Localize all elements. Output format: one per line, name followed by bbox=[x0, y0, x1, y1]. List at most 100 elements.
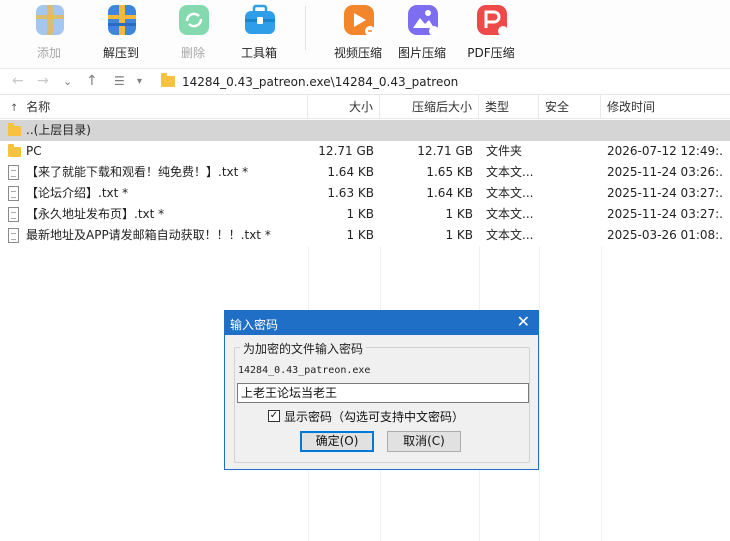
recycle-icon bbox=[179, 5, 209, 35]
up-arrow-icon[interactable]: ↑ bbox=[86, 73, 98, 89]
column-modified[interactable]: 修改时间 bbox=[601, 95, 730, 119]
close-icon[interactable]: ✕ bbox=[517, 312, 530, 332]
column-packed-size[interactable]: 压缩后大小 bbox=[380, 95, 479, 119]
column-name[interactable]: ↑ 名称 bbox=[0, 95, 308, 119]
column-header: ↑ 名称 大小 压缩后大小 类型 安全 修改时间 bbox=[0, 95, 730, 119]
row-type: 文本文... bbox=[486, 165, 534, 179]
cancel-button[interactable]: 取消(C) bbox=[387, 431, 461, 452]
address-bar: ← → ⌄ ↑ ☰ ▾ 14284_0.43_patreon.exe\14284… bbox=[0, 68, 730, 95]
toolbar-separator bbox=[305, 6, 306, 50]
row-name: 【来了就能下载和观看！纯免费！】.txt * bbox=[26, 165, 249, 179]
row-modified bbox=[607, 120, 723, 141]
row-security bbox=[546, 162, 598, 183]
row-modified: 2025-11-24 03:27:... bbox=[607, 186, 723, 200]
history-dropdown-icon[interactable]: ⌄ bbox=[63, 75, 72, 88]
toolbox-icon bbox=[245, 4, 275, 34]
extract-to-label: 解压到 bbox=[102, 46, 139, 60]
forward-arrow-icon[interactable]: → bbox=[37, 73, 49, 89]
text-file-icon bbox=[8, 228, 19, 243]
row-packed-size bbox=[380, 120, 473, 141]
image-compress-icon bbox=[408, 5, 439, 36]
column-security-label: 安全 bbox=[545, 100, 570, 114]
column-type[interactable]: 类型 bbox=[479, 95, 539, 119]
pdf-compress-button[interactable]: PDF压缩 bbox=[461, 0, 521, 66]
column-size[interactable]: 大小 bbox=[308, 95, 380, 119]
toolbox-button[interactable]: 工具箱 bbox=[229, 0, 289, 66]
row-size bbox=[308, 120, 374, 141]
column-divider bbox=[601, 246, 602, 541]
column-name-label: 名称 bbox=[26, 100, 51, 114]
table-row[interactable]: 【论坛介绍】.txt * 1.63 KB 1.64 KB 文本文... 2025… bbox=[0, 183, 730, 204]
column-packed-size-label: 压缩后大小 bbox=[411, 100, 472, 114]
text-file-icon bbox=[8, 165, 19, 180]
row-security bbox=[546, 120, 598, 141]
table-row[interactable]: PC 12.71 GB 12.71 GB 文件夹 2026-07-12 12:4… bbox=[0, 141, 730, 162]
column-divider bbox=[539, 246, 540, 541]
row-name: 【论坛介绍】.txt * bbox=[26, 186, 129, 200]
row-security bbox=[546, 225, 598, 246]
group-label: 为加密的文件输入密码 bbox=[240, 340, 367, 357]
add-label: 添加 bbox=[36, 46, 61, 60]
row-modified: 2026-07-12 12:49:... bbox=[607, 144, 723, 158]
video-compress-button[interactable]: 视频压缩 bbox=[328, 0, 388, 66]
show-password-label[interactable]: 显示密码（勾选可支持中文密码） bbox=[284, 408, 464, 425]
row-modified: 2025-11-24 03:27:... bbox=[607, 207, 723, 221]
extract-to-button[interactable]: 解压到 bbox=[91, 0, 151, 66]
add-archive-icon bbox=[36, 5, 64, 35]
row-name: ..(上层目录) bbox=[26, 123, 91, 137]
row-modified: 2025-03-26 01:08:... bbox=[607, 228, 723, 242]
image-compress-label: 图片压缩 bbox=[397, 46, 446, 60]
row-packed-size: 12.71 GB bbox=[417, 144, 473, 158]
column-type-label: 类型 bbox=[485, 100, 510, 114]
row-packed-size: 1 KB bbox=[445, 228, 473, 242]
column-size-label: 大小 bbox=[348, 100, 373, 114]
password-dialog: 输入密码 ✕ 为加密的文件输入密码 14284_0.43_patreon.exe… bbox=[224, 310, 539, 470]
row-type: 文本文... bbox=[486, 228, 534, 242]
image-compress-button[interactable]: 图片压缩 bbox=[392, 0, 452, 66]
table-row[interactable]: 【永久地址发布页】.txt * 1 KB 1 KB 文本文... 2025-11… bbox=[0, 204, 730, 225]
view-mode-icon[interactable]: ☰ bbox=[114, 74, 125, 88]
row-name: 【永久地址发布页】.txt * bbox=[26, 207, 165, 221]
row-security bbox=[546, 141, 598, 162]
folder-icon bbox=[161, 73, 175, 87]
table-row[interactable]: 最新地址及APP请发邮箱自动获取！！！.txt * 1 KB 1 KB 文本文.… bbox=[0, 225, 730, 246]
row-modified: 2025-11-24 03:26:... bbox=[607, 165, 723, 179]
ok-button[interactable]: 确定(O) bbox=[300, 431, 374, 452]
back-arrow-icon[interactable]: ← bbox=[12, 73, 24, 89]
dialog-title: 输入密码 bbox=[230, 318, 279, 332]
row-type bbox=[486, 120, 538, 141]
row-size: 1.64 KB bbox=[327, 165, 374, 179]
path-field[interactable]: 14284_0.43_patreon.exe\14284_0.43_patreo… bbox=[156, 72, 730, 93]
row-name: 最新地址及APP请发邮箱自动获取！！！.txt * bbox=[26, 228, 271, 242]
dialog-titlebar[interactable]: 输入密码 ✕ bbox=[225, 311, 538, 335]
path-text: 14284_0.43_patreon.exe\14284_0.43_patreo… bbox=[182, 75, 459, 89]
add-button[interactable]: 添加 bbox=[19, 0, 79, 66]
show-password-checkbox[interactable]: ✓ bbox=[268, 410, 280, 422]
folder-icon bbox=[8, 144, 21, 157]
archive-filename: 14284_0.43_patreon.exe bbox=[238, 365, 371, 376]
table-row[interactable]: 【来了就能下载和观看！纯免费！】.txt * 1.64 KB 1.65 KB 文… bbox=[0, 162, 730, 183]
row-type: 文本文... bbox=[486, 207, 534, 221]
row-size: 12.71 GB bbox=[318, 144, 374, 158]
delete-label: 删除 bbox=[180, 46, 205, 60]
delete-button[interactable]: 删除 bbox=[163, 0, 223, 66]
row-packed-size: 1.64 KB bbox=[426, 186, 473, 200]
folder-icon bbox=[8, 123, 21, 136]
row-size: 1 KB bbox=[346, 228, 374, 242]
sort-up-icon: ↑ bbox=[10, 103, 19, 114]
table-row[interactable]: ..(上层目录) bbox=[0, 120, 730, 141]
view-dropdown-icon[interactable]: ▾ bbox=[137, 76, 142, 87]
video-compress-icon bbox=[344, 5, 375, 36]
column-modified-label: 修改时间 bbox=[607, 100, 656, 114]
pdf-compress-icon bbox=[477, 5, 508, 36]
video-compress-label: 视频压缩 bbox=[333, 46, 382, 60]
extract-archive-icon bbox=[108, 5, 136, 35]
row-name: PC bbox=[26, 144, 42, 158]
pdf-compress-label: PDF压缩 bbox=[467, 46, 515, 60]
row-packed-size: 1 KB bbox=[445, 207, 473, 221]
row-security bbox=[546, 183, 598, 204]
row-security bbox=[546, 204, 598, 225]
row-size: 1 KB bbox=[346, 207, 374, 221]
password-input[interactable]: 上老王论坛当老王 bbox=[237, 383, 529, 403]
column-security[interactable]: 安全 bbox=[539, 95, 601, 119]
